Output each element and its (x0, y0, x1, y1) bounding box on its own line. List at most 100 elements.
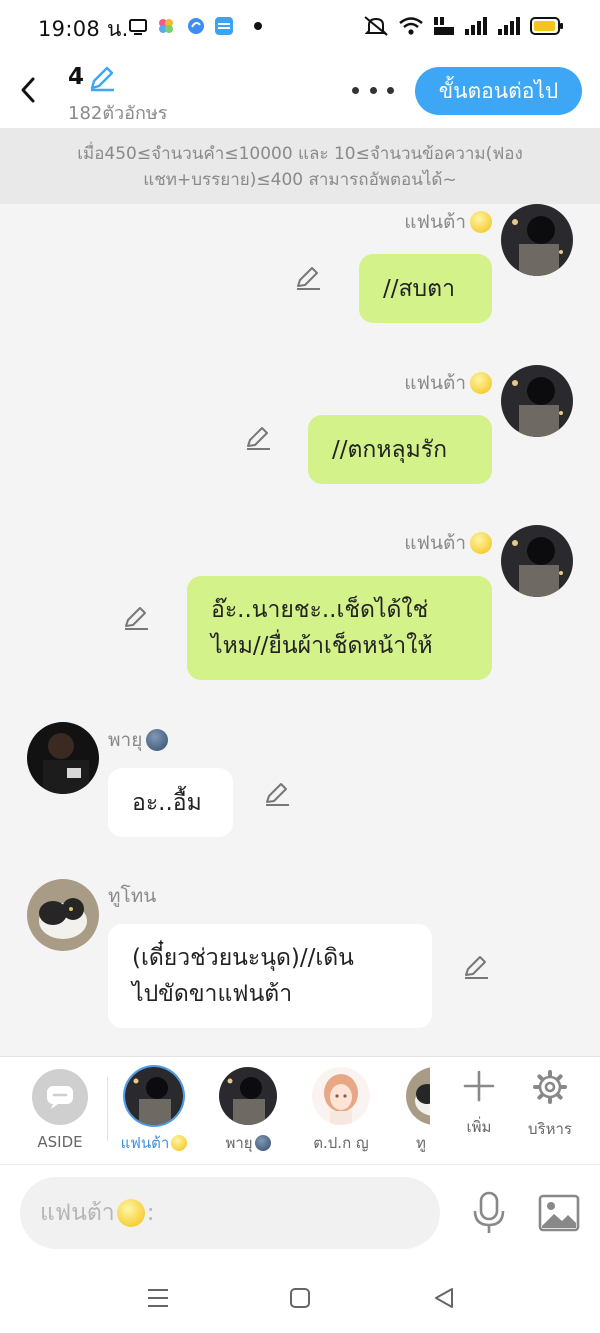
menu-icon[interactable] (144, 1284, 172, 1312)
sender-label: พายุ (108, 729, 143, 751)
edit-message-icon[interactable] (244, 424, 272, 452)
edit-message-icon[interactable] (263, 780, 291, 808)
message-bubble[interactable]: อ๊ะ..นายชะ..เช็ดได้ใช่ ไหม//ยื่นผ้าเช็ดห… (187, 576, 492, 680)
home-icon[interactable] (286, 1284, 314, 1312)
aside-label: ASIDE (37, 1133, 83, 1151)
image-icon[interactable] (538, 1193, 580, 1233)
sun-face-emoji-icon (470, 532, 492, 554)
sender-name: แฟนต้า (404, 528, 492, 558)
sun-face-emoji-icon (470, 372, 492, 394)
character-name: พายุ (203, 1131, 293, 1155)
message-text-line-2: ไปขัดขาแฟนต้า (132, 981, 293, 1007)
signal-icon-2 (498, 17, 520, 35)
sender-name: พายุ (108, 725, 169, 755)
sender-name: ทูโทน (108, 881, 156, 911)
character-tpk[interactable]: ต.ป.ก ญ (296, 1067, 386, 1155)
manage-label: บริหาร (528, 1120, 572, 1138)
gear-icon (533, 1070, 567, 1104)
avatar (125, 1067, 183, 1125)
character-payu[interactable]: พายุ (203, 1067, 293, 1155)
message-bubble[interactable]: อะ..อื้ม (108, 768, 233, 837)
message-bubble[interactable]: (เดี๋ยวช่วยนะนุด)//เดิน ไปขัดขาแฟนต้า (108, 924, 432, 1028)
edit-message-icon[interactable] (122, 604, 150, 632)
more-options-button[interactable] (352, 80, 394, 100)
notice-line-1: เมื่อ450≤จำนวนคำ≤10000 และ 10≤จำนวนข้อคว… (77, 144, 523, 164)
avatar-payu-image (219, 1067, 277, 1125)
sun-face-emoji-icon (470, 211, 492, 233)
editor-header: 4 182ตัวอักษร ขั้นตอนต่อไป (0, 52, 600, 128)
plus-icon (463, 1070, 495, 1102)
chat-area[interactable]: แฟนต้า //สบตา แฟนต้า //ตกหลุมรัก แฟนต้า … (0, 204, 600, 1056)
character-name-label: พายุ (225, 1134, 253, 1152)
avatar-payu-image (27, 722, 99, 794)
character-name: ทู (388, 1131, 430, 1155)
avatar-tuton[interactable] (27, 879, 99, 951)
character-name-label: ต.ป.ก ญ (313, 1134, 369, 1152)
character-tuton-partial[interactable]: ทู (388, 1067, 430, 1155)
status-icons (363, 14, 564, 38)
sender-name: แฟนต้า (404, 207, 492, 237)
message-bubble[interactable]: //สบตา (359, 254, 492, 323)
wifi-icon (399, 17, 423, 35)
edit-message-icon[interactable] (294, 264, 322, 292)
message-bubble[interactable]: //ตกหลุมรัก (308, 415, 492, 484)
dot-icon (369, 86, 377, 94)
manage-characters-button[interactable]: บริหาร (522, 1069, 578, 1141)
next-step-button[interactable]: ขั้นตอนต่อไป (415, 67, 582, 115)
sender-label: แฟนต้า (404, 372, 466, 394)
sender-label: ทูโทน (108, 885, 157, 907)
message-input[interactable]: แฟนต้า : (20, 1177, 440, 1249)
add-character-button[interactable]: เพิ่ม (452, 1069, 506, 1139)
character-selector: ASIDE แฟนต้า พายุ ต.ป.ก ญ ทู เพิ่ม บริหา… (0, 1056, 600, 1164)
chevron-left-icon (21, 77, 35, 103)
sender-label: แฟนต้า (404, 211, 466, 233)
volte-icon (434, 17, 454, 35)
avatar-fanta-image (501, 525, 573, 597)
character-fanta[interactable]: แฟนต้า (109, 1067, 199, 1155)
character-count: 182ตัวอักษร (68, 103, 168, 124)
message-text-line-1: (เดี๋ยวช่วยนะนุด)//เดิน (132, 945, 354, 971)
avatar-fanta[interactable] (501, 204, 573, 276)
moon-face-emoji-icon (146, 729, 169, 751)
system-navigation-bar (0, 1264, 600, 1333)
message-text: //ตกหลุมรัก (332, 436, 448, 463)
back-triangle-icon[interactable] (430, 1284, 458, 1312)
dot-icon (387, 86, 394, 94)
status-bar: 19:08 น. (0, 0, 600, 52)
character-name-label: แฟนต้า (120, 1134, 170, 1152)
message-compose-area: แฟนต้า : (0, 1164, 600, 1264)
tv-icon (129, 19, 147, 35)
avatar-payu[interactable] (27, 722, 99, 794)
chat-bubble-icon (47, 1086, 73, 1109)
message-text: //สบตา (383, 275, 455, 302)
message-text: อะ..อื้ม (132, 789, 202, 816)
aside-button[interactable] (32, 1069, 88, 1125)
avatar (219, 1067, 277, 1125)
sun-face-emoji-icon (171, 1135, 188, 1151)
avatar-tuton-image (27, 879, 99, 951)
signal-icon-1 (465, 17, 487, 35)
noveltoon-app-icon (215, 17, 233, 35)
avatar-fanta-image (125, 1067, 183, 1125)
character-name: แฟนต้า (109, 1131, 199, 1155)
avatar-fanta[interactable] (501, 525, 573, 597)
message-text-line-2: ไหม//ยื่นผ้าเช็ดหน้าให้ (211, 633, 433, 659)
add-label: เพิ่ม (466, 1118, 492, 1136)
avatar (312, 1067, 370, 1125)
pinwheel-app-icon (159, 19, 173, 33)
avatar-fanta[interactable] (501, 365, 573, 437)
avatar-fanta-image (501, 365, 573, 437)
sender-name: แฟนต้า (404, 368, 492, 398)
episode-number: 4 (68, 64, 85, 90)
edit-title-icon[interactable] (88, 64, 116, 92)
status-time: 19:08 น. (38, 17, 129, 41)
back-button[interactable] (12, 72, 44, 108)
character-name-label: ทู (416, 1134, 426, 1152)
avatar-fanta-image (501, 204, 573, 276)
mute-icon (364, 16, 388, 36)
input-placeholder-suffix: : (146, 1200, 155, 1226)
edit-message-icon[interactable] (462, 953, 490, 981)
avatar (406, 1067, 430, 1125)
microphone-icon[interactable] (470, 1191, 508, 1235)
sun-face-emoji-icon (116, 1199, 145, 1227)
